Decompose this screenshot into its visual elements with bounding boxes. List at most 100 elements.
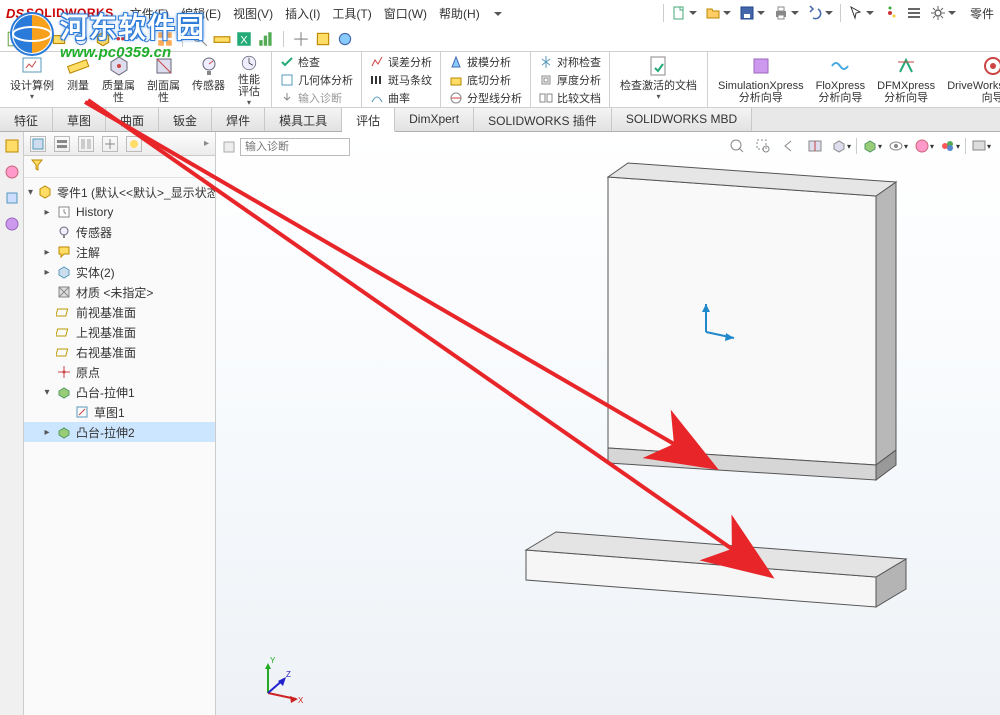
tab-surfaces[interactable]: 曲面 xyxy=(106,108,159,131)
tree-node-label: 传感器 xyxy=(76,224,112,241)
tree-node[interactable]: 右视基准面 xyxy=(24,342,215,362)
menu-dropdown-icon[interactable] xyxy=(486,6,508,20)
zebra-stripes-button[interactable]: 斑马条纹 xyxy=(366,71,436,89)
deviation-analysis-button[interactable]: 误差分析 xyxy=(366,53,436,71)
tree-node-label: 上视基准面 xyxy=(76,324,136,341)
design-study-button[interactable]: 设计算例▾ xyxy=(4,52,60,107)
tb-rect-icon[interactable] xyxy=(50,30,68,48)
3d-model-view xyxy=(216,132,1000,715)
fm-tab-feature-tree-icon[interactable] xyxy=(30,136,46,152)
compare-docs-button[interactable]: 比较文档 xyxy=(535,89,605,107)
draft-analysis-button[interactable]: 拔模分析 xyxy=(445,53,526,71)
rebuild-button[interactable] xyxy=(878,2,902,24)
tree-node[interactable]: ▸凸台-拉伸2 xyxy=(24,422,215,442)
tree-node[interactable]: ▸注解 xyxy=(24,242,215,262)
tab-mbd[interactable]: SOLIDWORKS MBD xyxy=(612,108,752,131)
tb-excel-icon[interactable]: X xyxy=(235,30,253,48)
tree-node-label: 凸台-拉伸2 xyxy=(76,424,135,441)
check-button[interactable]: 检查 xyxy=(276,53,357,71)
fm-tab-dimxpert-manager-icon[interactable] xyxy=(102,136,118,152)
save-button[interactable] xyxy=(735,2,769,24)
tb-chart-icon[interactable] xyxy=(257,30,275,48)
view-orientation-triad[interactable]: Y X Z xyxy=(256,655,306,705)
filter-funnel-icon[interactable] xyxy=(30,158,44,175)
options-button[interactable] xyxy=(902,2,926,24)
tree-node[interactable]: 上视基准面 xyxy=(24,322,215,342)
taskpane-view-palette-icon[interactable] xyxy=(4,190,20,206)
tree-node-label: 右视基准面 xyxy=(76,344,136,361)
tree-root[interactable]: ▾ 零件1 (默认<<默认>_显示状态 xyxy=(24,182,215,202)
symmetry-check-button[interactable]: 对称检查 xyxy=(535,53,605,71)
menu-window[interactable]: 窗口(W) xyxy=(378,5,433,22)
geometry-analysis-button[interactable]: 几何体分析 xyxy=(276,71,357,89)
tb-grid-icon[interactable] xyxy=(156,30,174,48)
undercut-analysis-button[interactable]: 底切分析 xyxy=(445,71,526,89)
tb-measure-icon[interactable] xyxy=(213,30,231,48)
tree-node[interactable]: 原点 xyxy=(24,362,215,382)
select-button[interactable] xyxy=(844,2,878,24)
tab-addins[interactable]: SOLIDWORKS 插件 xyxy=(474,108,612,131)
tab-moldtools[interactable]: 模具工具 xyxy=(265,108,342,131)
thickness-analysis-button[interactable]: 厚度分析 xyxy=(535,71,605,89)
taskpane-appearances-icon[interactable] xyxy=(4,216,20,232)
tree-node[interactable]: 前视基准面 xyxy=(24,302,215,322)
driveworksxpress-button[interactable]: DriveWorksXpress 向导 xyxy=(941,52,1000,107)
tb-dot-icon[interactable]: ••• xyxy=(116,31,130,46)
tab-evaluate[interactable]: 评估 xyxy=(342,108,395,132)
tb-line-icon[interactable] xyxy=(28,30,46,48)
tab-weldments[interactable]: 焊件 xyxy=(212,108,265,131)
tree-node[interactable]: 材质 <未指定> xyxy=(24,282,215,302)
check-active-doc-button[interactable]: 检查激活的文档▾ xyxy=(614,52,703,107)
perf-eval-button[interactable]: 性能 评估▾ xyxy=(231,52,267,107)
floxpress-button[interactable]: FloXpress 分析向导 xyxy=(810,52,872,107)
command-manager-tabs: 特征 草图 曲面 钣金 焊件 模具工具 评估 DimXpert SOLIDWOR… xyxy=(0,108,1000,132)
menu-edit[interactable]: 编辑(E) xyxy=(175,5,227,22)
tb-sketch-icon[interactable] xyxy=(6,30,24,48)
tab-sketch[interactable]: 草图 xyxy=(53,108,106,131)
menu-help[interactable]: 帮助(H) xyxy=(433,5,486,22)
menu-view[interactable]: 视图(V) xyxy=(227,5,279,22)
tab-sheetmetal[interactable]: 钣金 xyxy=(159,108,212,131)
print-button[interactable] xyxy=(769,2,803,24)
menu-file[interactable]: 文件(F) xyxy=(124,5,175,22)
tb-tool1-icon[interactable] xyxy=(292,30,310,48)
tree-node[interactable]: ▸实体(2) xyxy=(24,262,215,282)
tree-node[interactable]: 草图1 xyxy=(24,402,215,422)
tree-node[interactable]: ▸History xyxy=(24,202,215,222)
ds-logo-text: DS xyxy=(6,6,24,21)
graphics-viewport[interactable]: ▾ ▾ ▾ ▾ ▾ ▾ xyxy=(216,132,1000,715)
tb-tool3-icon[interactable] xyxy=(336,30,354,48)
fm-tab-property-manager-icon[interactable] xyxy=(54,136,70,152)
settings-button[interactable] xyxy=(926,2,960,24)
curvature-button[interactable]: 曲率 xyxy=(366,89,436,107)
fm-tab-display-manager-icon[interactable] xyxy=(126,136,142,152)
tree-node-label: 草图1 xyxy=(94,404,125,421)
new-button[interactable] xyxy=(667,2,701,24)
tree-node[interactable]: ▾凸台-拉伸1 xyxy=(24,382,215,402)
tb-circle-icon[interactable] xyxy=(72,30,90,48)
tree-node[interactable]: 传感器 xyxy=(24,222,215,242)
tb-wave-icon[interactable] xyxy=(134,30,152,48)
dfmxpress-button[interactable]: DFMXpress 分析向导 xyxy=(871,52,941,107)
simulationxpress-button[interactable]: SimulationXpress 分析向导 xyxy=(712,52,810,107)
menu-insert[interactable]: 插入(I) xyxy=(279,5,326,22)
section-props-button[interactable]: 剖面属 性 xyxy=(141,52,186,107)
fm-tab-config-manager-icon[interactable] xyxy=(78,136,94,152)
mass-props-button[interactable]: 质量属 性 xyxy=(96,52,141,107)
import-diagnostics-button[interactable]: 输入诊断 xyxy=(276,89,357,107)
parting-line-analysis-button[interactable]: 分型线分析 xyxy=(445,89,526,107)
fm-expand-icon[interactable]: ▸ xyxy=(204,138,209,149)
sensor-button[interactable]: 传感器 xyxy=(186,52,231,107)
tab-dimxpert[interactable]: DimXpert xyxy=(395,108,474,131)
tab-features[interactable]: 特征 xyxy=(0,108,53,131)
feature-manager-header: ▸ xyxy=(24,132,215,156)
tb-tool2-icon[interactable] xyxy=(314,30,332,48)
tb-zoom-icon[interactable] xyxy=(191,30,209,48)
measure-button[interactable]: 测量 xyxy=(60,52,96,107)
taskpane-design-library-icon[interactable] xyxy=(4,138,20,154)
menu-tools[interactable]: 工具(T) xyxy=(326,5,377,22)
open-button[interactable] xyxy=(701,2,735,24)
undo-button[interactable] xyxy=(803,2,837,24)
tb-part-icon[interactable] xyxy=(94,30,112,48)
taskpane-file-explorer-icon[interactable] xyxy=(4,164,20,180)
